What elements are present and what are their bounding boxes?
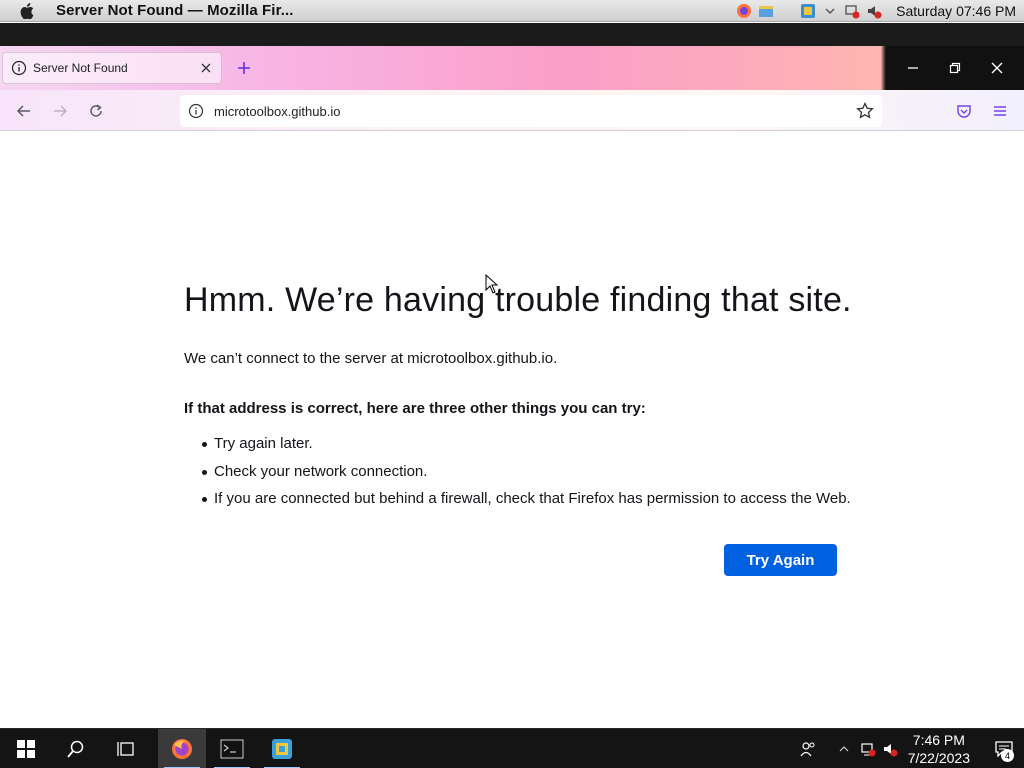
terminal-icon[interactable] — [208, 729, 256, 768]
taskbar-time: 7:46 PM — [912, 732, 965, 748]
volume-muted-icon[interactable] — [882, 741, 898, 757]
error-page: Hmm. We’re having trouble finding that s… — [0, 131, 1024, 728]
vm-icon[interactable] — [800, 3, 816, 19]
star-icon[interactable] — [856, 101, 874, 120]
desktop-strip — [0, 23, 1024, 46]
pocket-icon[interactable] — [952, 99, 976, 123]
taskbar-date: 7/22/2023 — [907, 750, 970, 766]
mouse-cursor-icon — [485, 273, 499, 294]
tab-bar: Server Not Found — [0, 46, 1024, 90]
tab-server-not-found[interactable]: Server Not Found — [2, 52, 222, 84]
network-error-icon[interactable] — [844, 3, 860, 19]
tab-label: Server Not Found — [33, 61, 128, 75]
list-item: Try again later. — [202, 435, 851, 463]
info-icon[interactable] — [188, 103, 204, 119]
window-controls — [886, 46, 1024, 90]
info-icon — [11, 60, 27, 76]
notification-icon[interactable]: 4 — [984, 729, 1024, 768]
chevron-up-icon[interactable] — [836, 741, 852, 757]
taskbar-clock[interactable]: 7:46 PM 7/22/2023 — [908, 731, 970, 767]
error-subheading: If that address is correct, here are thr… — [184, 400, 646, 417]
firefox-icon[interactable] — [158, 729, 206, 768]
apple-icon[interactable] — [18, 2, 36, 20]
notification-badge: 4 — [1001, 749, 1014, 762]
people-icon[interactable] — [800, 741, 816, 757]
vm-icon[interactable] — [258, 729, 306, 768]
list-item: If you are connected but behind a firewa… — [202, 490, 851, 518]
chevron-down-icon[interactable] — [822, 3, 838, 19]
mac-menubar: Server Not Found — Mozilla Fir... Saturd… — [0, 0, 1024, 22]
mac-status-area: Saturday 07:46 PM — [736, 0, 1016, 22]
close-window-button[interactable] — [985, 56, 1009, 80]
new-tab-button[interactable] — [234, 58, 254, 78]
window-title: Server Not Found — Mozilla Fir... — [56, 2, 294, 19]
system-tray: 7:46 PM 7/22/2023 4 — [800, 729, 1024, 768]
menubar-clock: Saturday 07:46 PM — [896, 3, 1016, 19]
list-item: Check your network connection. — [202, 463, 851, 491]
close-icon[interactable] — [199, 61, 213, 75]
reload-icon[interactable] — [84, 99, 108, 123]
volume-muted-icon[interactable] — [866, 3, 882, 19]
minimize-button[interactable] — [901, 56, 925, 80]
navigation-toolbar: microtoolbox.github.io — [0, 90, 1024, 131]
url-text[interactable]: microtoolbox.github.io — [214, 104, 340, 119]
error-title: Hmm. We’re having trouble finding that s… — [184, 281, 852, 319]
folder-icon[interactable] — [758, 3, 774, 19]
url-bar[interactable]: microtoolbox.github.io — [180, 95, 882, 127]
windows-start-icon[interactable] — [2, 729, 50, 768]
back-icon[interactable] — [12, 99, 36, 123]
restore-button[interactable] — [943, 56, 967, 80]
forward-icon[interactable] — [48, 99, 72, 123]
error-description: We can’t connect to the server at microt… — [184, 350, 558, 367]
firefox-icon[interactable] — [736, 3, 752, 19]
task-view-icon[interactable] — [102, 729, 150, 768]
search-icon[interactable] — [52, 729, 100, 768]
taskbar: 7:46 PM 7/22/2023 4 — [0, 728, 1024, 768]
network-error-icon[interactable] — [860, 741, 876, 757]
suggestion-list: Try again later. Check your network conn… — [202, 435, 851, 518]
menu-icon[interactable] — [988, 99, 1012, 123]
try-again-button[interactable]: Try Again — [724, 544, 837, 576]
